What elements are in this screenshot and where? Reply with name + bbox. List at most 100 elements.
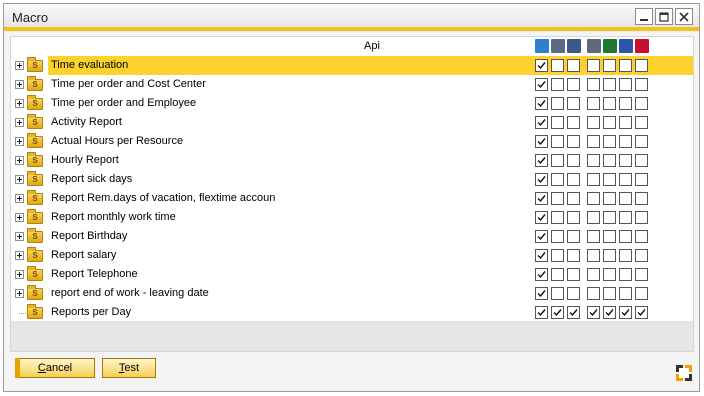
output-checkbox[interactable] (635, 154, 648, 167)
output-checkbox[interactable] (567, 192, 580, 205)
output-checkbox[interactable] (535, 78, 548, 91)
expand-icon[interactable] (15, 137, 24, 146)
output-checkbox[interactable] (535, 97, 548, 110)
expand-icon[interactable] (15, 289, 24, 298)
expand-icon[interactable] (15, 61, 24, 70)
output-checkbox[interactable] (635, 59, 648, 72)
output-checkbox[interactable] (619, 268, 632, 281)
tree-row[interactable]: S Report Rem.days of vacation, flextime a… (11, 189, 693, 208)
output-checkbox[interactable] (567, 116, 580, 129)
output-checkbox[interactable] (551, 59, 564, 72)
output-checkbox[interactable] (551, 211, 564, 224)
expand-icon[interactable] (15, 213, 24, 222)
tree-row[interactable]: S Time evaluation (11, 56, 693, 75)
expand-icon[interactable] (15, 80, 24, 89)
output-checkbox[interactable] (619, 78, 632, 91)
output-checkbox[interactable] (635, 97, 648, 110)
output-checkbox[interactable] (587, 173, 600, 186)
output-checkbox[interactable] (587, 154, 600, 167)
output-checkbox[interactable] (635, 287, 648, 300)
close-button[interactable] (675, 8, 693, 25)
output-checkbox[interactable] (619, 116, 632, 129)
output-checkbox[interactable] (551, 287, 564, 300)
tree-row[interactable]: S Reports per Day (11, 303, 693, 322)
output-checkbox[interactable] (567, 154, 580, 167)
output-checkbox[interactable] (587, 59, 600, 72)
output-checkbox[interactable] (603, 287, 616, 300)
test-button[interactable]: Test (102, 358, 156, 378)
output-checkbox[interactable] (635, 78, 648, 91)
minimize-button[interactable] (635, 8, 653, 25)
tree-row[interactable]: S Report sick days (11, 170, 693, 189)
output-checkbox[interactable] (535, 135, 548, 148)
output-checkbox[interactable] (587, 78, 600, 91)
output-checkbox[interactable] (535, 59, 548, 72)
output-checkbox[interactable] (587, 211, 600, 224)
output-checkbox[interactable] (535, 230, 548, 243)
tree-row[interactable]: S Time per order and Cost Center (11, 75, 693, 94)
output-checkbox[interactable] (535, 268, 548, 281)
output-checkbox[interactable] (635, 192, 648, 205)
maximize-button[interactable] (655, 8, 673, 25)
output-checkbox[interactable] (567, 135, 580, 148)
cancel-button[interactable]: Cancel (15, 358, 95, 378)
output-checkbox[interactable] (535, 211, 548, 224)
output-checkbox[interactable] (619, 154, 632, 167)
resize-grip-icon[interactable] (676, 365, 692, 381)
output-checkbox[interactable] (635, 211, 648, 224)
output-checkbox[interactable] (535, 287, 548, 300)
output-checkbox[interactable] (587, 249, 600, 262)
output-checkbox[interactable] (587, 306, 600, 319)
expand-icon[interactable] (15, 251, 24, 260)
expand-icon[interactable] (15, 232, 24, 241)
output-checkbox[interactable] (603, 154, 616, 167)
output-checkbox[interactable] (603, 116, 616, 129)
output-checkbox[interactable] (551, 268, 564, 281)
output-checkbox[interactable] (619, 59, 632, 72)
output-checkbox[interactable] (619, 97, 632, 110)
output-checkbox[interactable] (587, 192, 600, 205)
output-checkbox[interactable] (535, 249, 548, 262)
expand-icon[interactable] (15, 99, 24, 108)
output-checkbox[interactable] (587, 287, 600, 300)
output-checkbox[interactable] (619, 173, 632, 186)
output-checkbox[interactable] (619, 192, 632, 205)
output-checkbox[interactable] (567, 287, 580, 300)
output-checkbox[interactable] (535, 116, 548, 129)
output-checkbox[interactable] (603, 249, 616, 262)
tree-row[interactable]: S Time per order and Employee (11, 94, 693, 113)
output-checkbox[interactable] (587, 230, 600, 243)
output-checkbox[interactable] (587, 116, 600, 129)
output-checkbox[interactable] (551, 116, 564, 129)
output-checkbox[interactable] (635, 268, 648, 281)
output-checkbox[interactable] (587, 268, 600, 281)
output-checkbox[interactable] (551, 97, 564, 110)
output-checkbox[interactable] (535, 306, 548, 319)
output-checkbox[interactable] (603, 97, 616, 110)
output-checkbox[interactable] (567, 249, 580, 262)
output-checkbox[interactable] (619, 211, 632, 224)
expand-icon[interactable] (15, 156, 24, 165)
output-checkbox[interactable] (635, 116, 648, 129)
output-checkbox[interactable] (551, 249, 564, 262)
output-checkbox[interactable] (535, 173, 548, 186)
output-checkbox[interactable] (603, 173, 616, 186)
output-checkbox[interactable] (567, 173, 580, 186)
output-checkbox[interactable] (567, 306, 580, 319)
tree-row[interactable]: S Actual Hours per Resource (11, 132, 693, 151)
output-checkbox[interactable] (567, 230, 580, 243)
output-checkbox[interactable] (619, 135, 632, 148)
tree-row[interactable]: S Report monthly work time (11, 208, 693, 227)
output-checkbox[interactable] (567, 268, 580, 281)
output-checkbox[interactable] (587, 135, 600, 148)
output-checkbox[interactable] (551, 192, 564, 205)
expand-icon[interactable] (15, 194, 24, 203)
tree-row[interactable]: Sreport end of work - leaving date (11, 284, 693, 303)
output-checkbox[interactable] (535, 154, 548, 167)
output-checkbox[interactable] (551, 230, 564, 243)
output-checkbox[interactable] (587, 97, 600, 110)
output-checkbox[interactable] (619, 249, 632, 262)
tree-row[interactable]: S Report Birthday (11, 227, 693, 246)
output-checkbox[interactable] (567, 211, 580, 224)
output-checkbox[interactable] (551, 135, 564, 148)
